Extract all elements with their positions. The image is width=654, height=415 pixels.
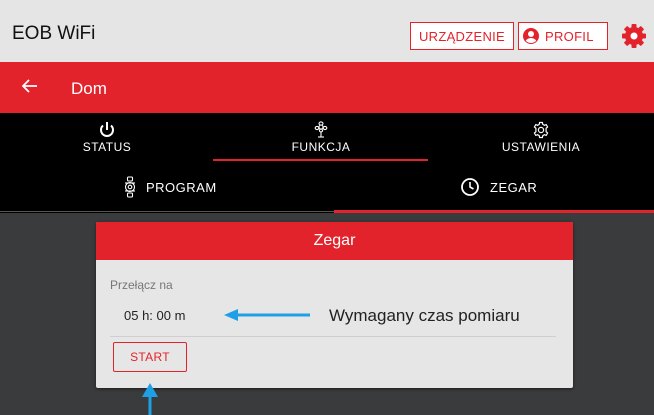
top-bar: EOB WiFi URZĄDZENIE PROFIL bbox=[0, 0, 654, 62]
power-icon bbox=[100, 122, 114, 137]
time-value[interactable]: 05 h: 00 m bbox=[124, 308, 185, 323]
subtab-program-label: PROGRAM bbox=[146, 179, 217, 195]
settings-gear-icon[interactable] bbox=[620, 22, 648, 50]
profile-button-label: PROFIL bbox=[545, 28, 594, 44]
sub-tabs: PROGRAM ZEGAR bbox=[0, 161, 654, 213]
subtab-zegar-label: ZEGAR bbox=[490, 179, 538, 195]
tab-ustawienia-label: USTAWIENIA bbox=[501, 140, 581, 154]
tab-funkcja-label: FUNKCJA bbox=[291, 140, 351, 154]
nav-bar: Dom bbox=[0, 62, 654, 113]
card-title: Zegar bbox=[96, 222, 573, 260]
clock-icon bbox=[461, 178, 479, 196]
clock-card: Zegar Przełącz na 05 h: 00 m START bbox=[96, 222, 573, 388]
main-tabs: STATUS FUNKCJA USTAWIENIA bbox=[0, 113, 654, 161]
active-subtab-indicator bbox=[334, 210, 654, 213]
gear-icon bbox=[533, 121, 549, 139]
subtab-zegar[interactable]: ZEGAR bbox=[460, 161, 537, 213]
tab-ustawienia[interactable]: USTAWIENIA bbox=[428, 113, 654, 161]
subtab-program[interactable]: PROGRAM bbox=[124, 161, 217, 213]
switch-to-label: Przełącz na bbox=[110, 278, 173, 292]
profile-button[interactable]: PROFIL bbox=[518, 22, 608, 50]
annotation-arrow-up-icon bbox=[142, 383, 158, 415]
page-title: Dom bbox=[71, 79, 107, 98]
tab-status[interactable]: STATUS bbox=[0, 113, 214, 161]
fan-icon bbox=[314, 121, 328, 138]
start-button[interactable]: START bbox=[113, 342, 187, 372]
tab-funkcja[interactable]: FUNKCJA bbox=[214, 113, 428, 161]
device-button[interactable]: URZĄDZENIE bbox=[410, 22, 514, 50]
tab-status-label: STATUS bbox=[82, 140, 132, 154]
program-icon bbox=[124, 176, 136, 198]
card-divider bbox=[110, 336, 556, 337]
app-title: EOB WiFi bbox=[12, 23, 96, 44]
annotation-text: Wymagany czas pomiaru bbox=[329, 306, 520, 325]
back-arrow-icon[interactable] bbox=[22, 79, 38, 93]
user-icon bbox=[523, 28, 539, 44]
annotation-arrow-left-icon bbox=[224, 309, 310, 321]
